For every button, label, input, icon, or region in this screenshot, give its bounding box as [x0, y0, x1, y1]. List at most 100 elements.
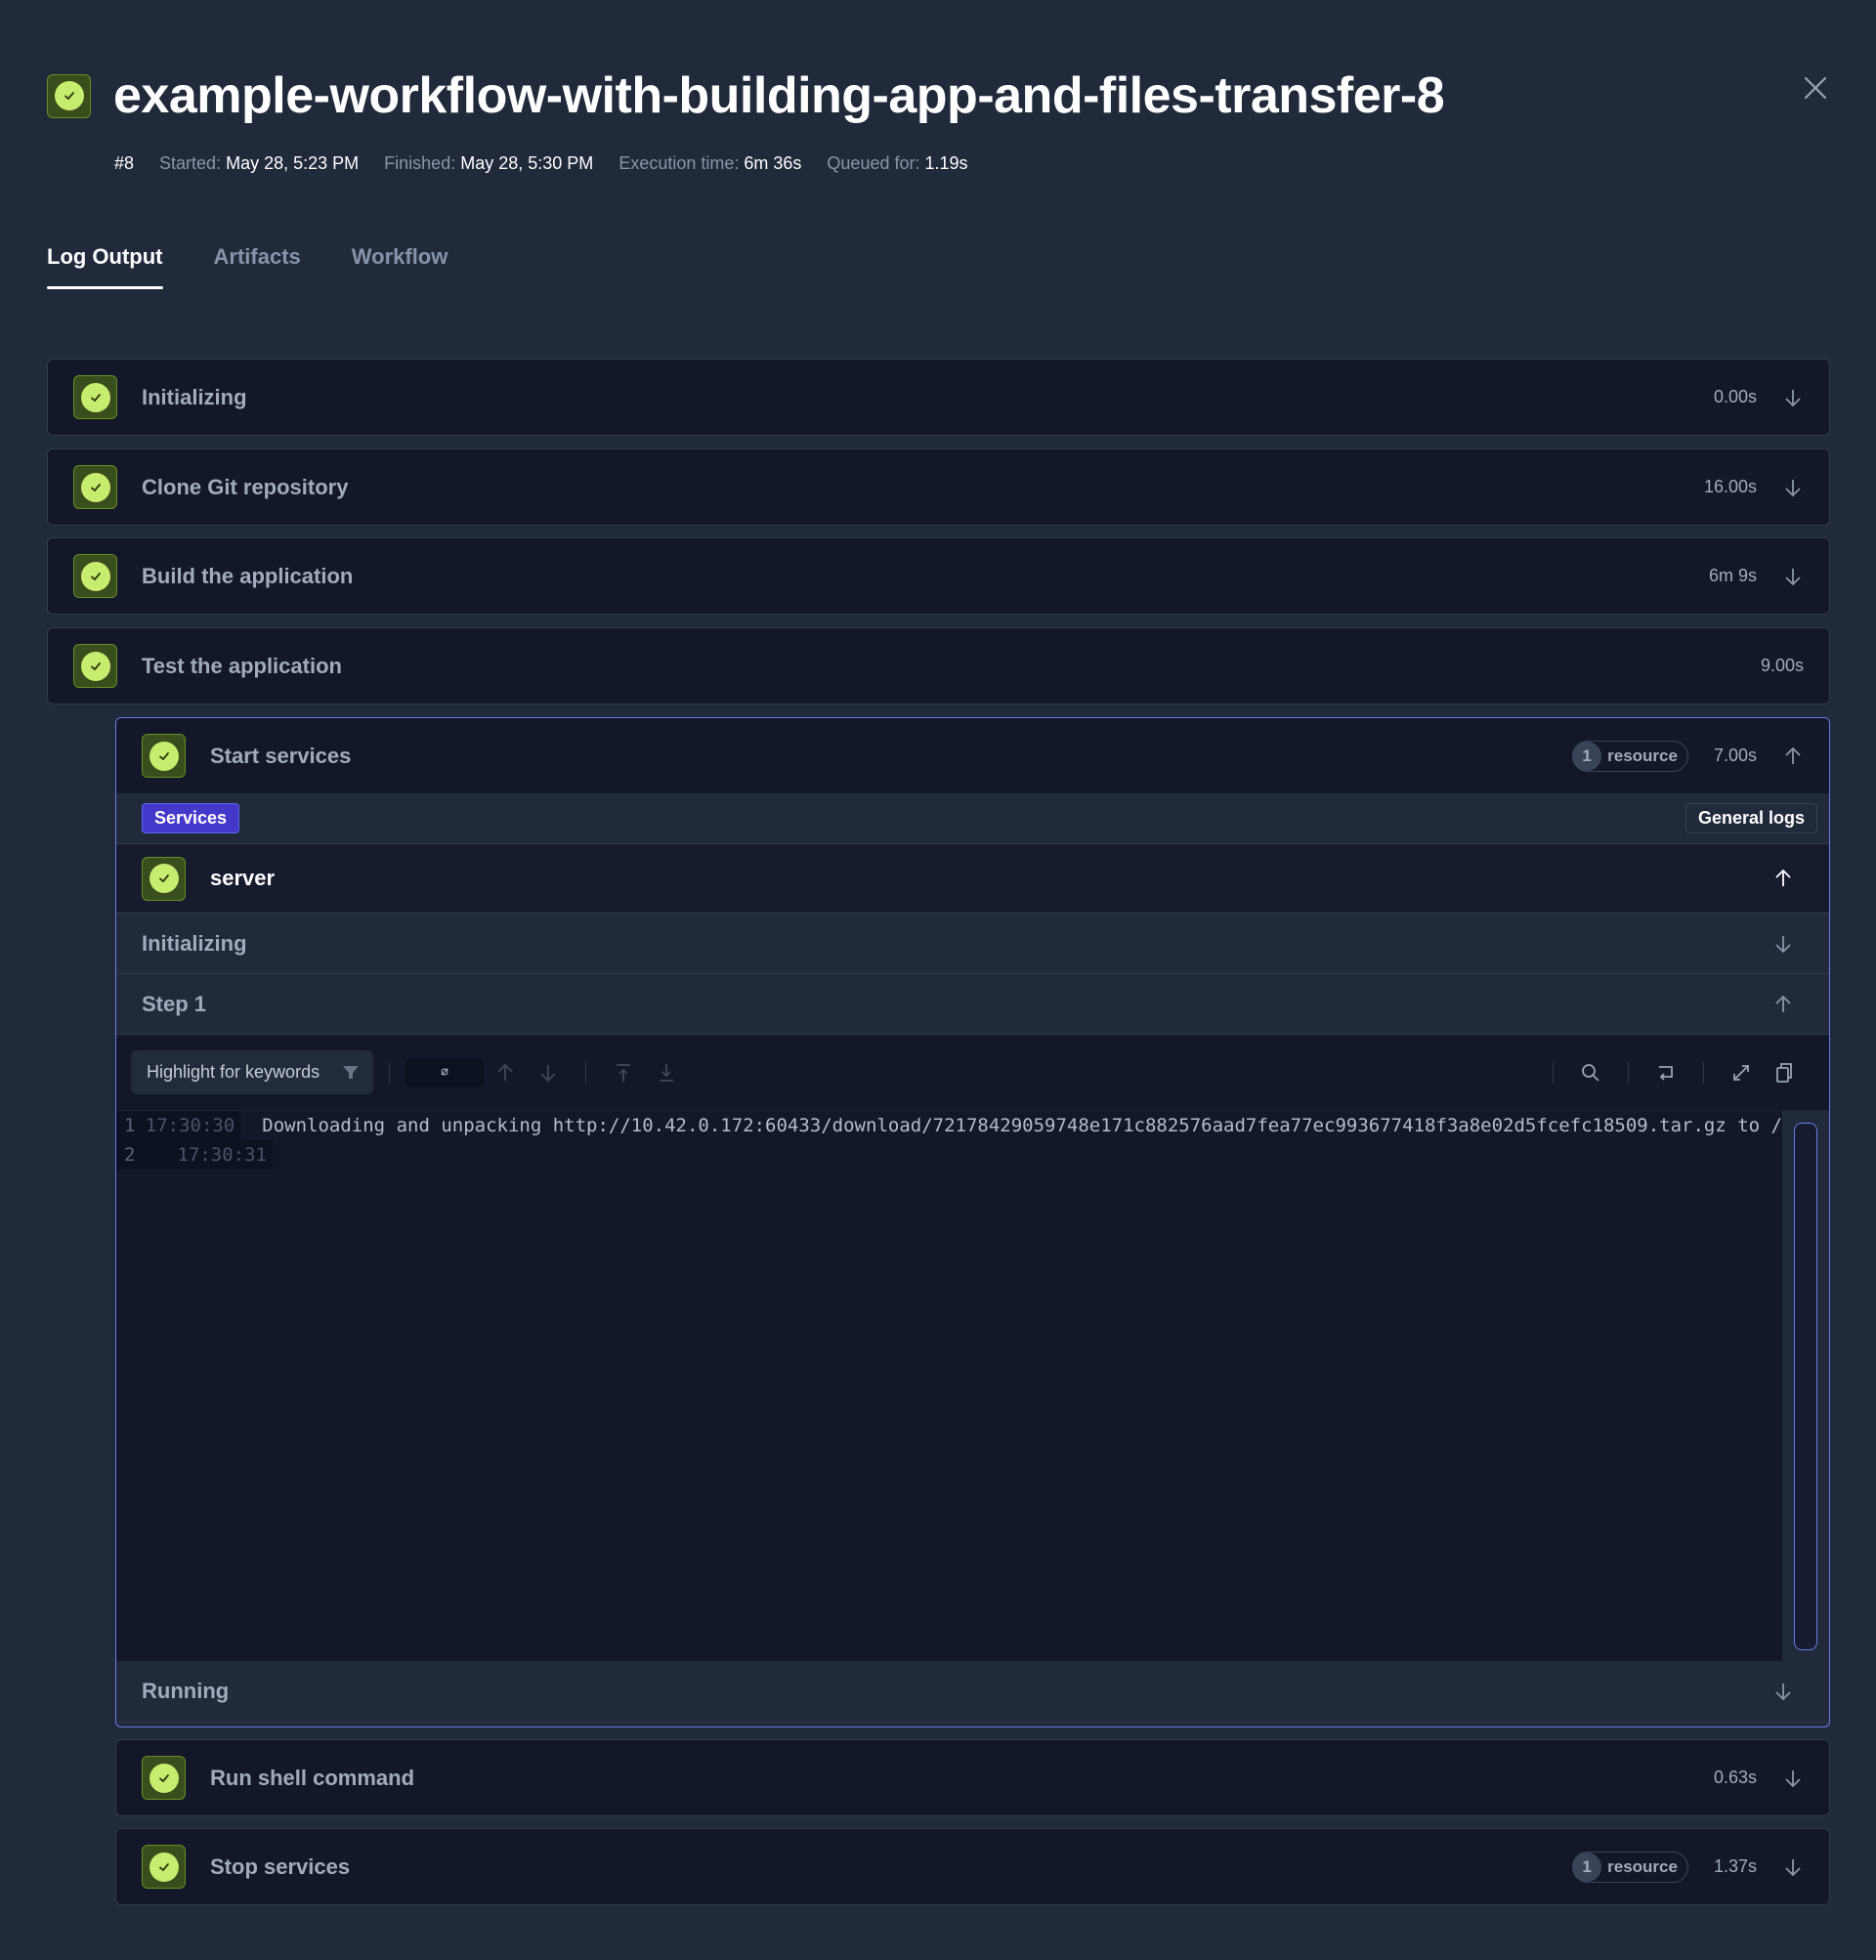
success-status-icon	[47, 73, 91, 118]
sub-step-running[interactable]: Running	[116, 1661, 1829, 1723]
step-duration: 1.37s	[1713, 1856, 1757, 1876]
step-row[interactable]: Build the application 6m 9s	[47, 537, 1830, 615]
success-status-icon	[73, 375, 117, 419]
sub-step-initializing[interactable]: Initializing	[116, 914, 1829, 974]
close-icon	[1804, 76, 1827, 100]
next-match-icon[interactable]	[535, 1060, 561, 1086]
queued-label: Queued for:	[827, 153, 920, 173]
match-counter: ⌀	[405, 1057, 484, 1087]
step-row[interactable]: Run shell command 0.63s	[115, 1739, 1830, 1816]
log-lines: 1 17:30:30 Downloading and unpacking htt…	[116, 1111, 1782, 1661]
started-value: May 28, 5:23 PM	[226, 153, 360, 173]
collapse-arrow-up-icon[interactable]	[1772, 868, 1794, 889]
resource-label: resource	[1607, 746, 1678, 765]
execution-label: Execution time:	[618, 153, 740, 173]
expand-arrow-down-icon[interactable]	[1782, 1856, 1804, 1878]
filter-icon	[343, 1065, 359, 1079]
expand-arrow-down-icon[interactable]	[1782, 477, 1804, 498]
step-name: Stop services	[210, 1853, 351, 1879]
success-status-icon	[73, 465, 117, 509]
expand-arrow-down-icon[interactable]	[1772, 1681, 1794, 1702]
expand-arrow-down-icon[interactable]	[1782, 1768, 1804, 1789]
close-button[interactable]	[1798, 70, 1833, 106]
workflow-header: example-workflow-with-building-app-and-f…	[47, 66, 1445, 125]
log-timestamp: 17:30:30	[142, 1111, 241, 1140]
step-name: Start services	[210, 743, 352, 768]
success-status-icon	[73, 644, 117, 688]
expand-arrow-down-icon[interactable]	[1782, 566, 1804, 587]
sub-step-name: Initializing	[142, 930, 247, 956]
general-logs-button[interactable]: General logs	[1684, 803, 1817, 833]
service-name: server	[210, 866, 276, 890]
service-row-server[interactable]: server	[116, 844, 1829, 914]
line-number: 1	[116, 1111, 143, 1140]
sub-step-step-1[interactable]: Step 1	[116, 974, 1829, 1035]
expand-arrow-down-icon[interactable]	[1782, 387, 1804, 408]
divider	[1553, 1061, 1554, 1084]
success-status-icon	[142, 856, 186, 901]
copy-icon[interactable]	[1771, 1060, 1797, 1086]
highlight-placeholder: Highlight for keywords	[147, 1062, 320, 1082]
tab-bar: Log Output Artifacts Workflow	[47, 244, 448, 289]
step-name: Initializing	[142, 384, 247, 409]
fullscreen-icon[interactable]	[1728, 1060, 1754, 1086]
tab-workflow[interactable]: Workflow	[352, 244, 448, 289]
resource-count: 1	[1572, 741, 1602, 771]
queued-value: 1.19s	[924, 153, 968, 173]
divider	[585, 1061, 586, 1084]
step-row[interactable]: Initializing 0.00s	[47, 359, 1830, 436]
page-title: example-workflow-with-building-app-and-f…	[113, 67, 1445, 124]
tab-log-output[interactable]: Log Output	[47, 244, 163, 289]
step-name: Run shell command	[210, 1765, 415, 1790]
divider	[1703, 1061, 1704, 1084]
previous-match-icon[interactable]	[492, 1060, 518, 1086]
step-duration: 16.00s	[1703, 477, 1757, 496]
log-scrollbar[interactable]	[1782, 1111, 1829, 1661]
log-viewer: 1 17:30:30 Downloading and unpacking htt…	[116, 1110, 1829, 1661]
divider	[389, 1061, 390, 1084]
services-tab-bar: Services General logs	[116, 793, 1829, 844]
log-line: 2 17:30:31	[116, 1140, 1782, 1170]
step-name: Test the application	[142, 653, 342, 678]
wrap-lines-icon[interactable]	[1653, 1060, 1679, 1086]
sub-step-name: Step 1	[142, 991, 207, 1016]
collapse-arrow-up-icon[interactable]	[1772, 994, 1794, 1015]
resource-badge: 1 resource	[1572, 1851, 1688, 1883]
start-services-header[interactable]: Start services 1 resource 7.00s	[116, 718, 1829, 793]
tab-artifacts[interactable]: Artifacts	[214, 244, 301, 289]
run-metadata: #8 Started: May 28, 5:23 PM Finished: Ma…	[114, 153, 968, 174]
queued-info: Queued for: 1.19s	[827, 153, 967, 174]
success-status-icon	[142, 734, 186, 778]
log-timestamp: 17:30:31	[148, 1140, 273, 1170]
step-row[interactable]: Clone Git repository 16.00s	[47, 448, 1830, 526]
scroll-to-top-icon[interactable]	[611, 1060, 636, 1086]
services-tab[interactable]: Services	[142, 803, 240, 833]
resource-badge: 1 resource	[1572, 740, 1688, 772]
scroll-to-bottom-icon[interactable]	[654, 1060, 679, 1086]
resource-label: resource	[1607, 1856, 1678, 1876]
success-status-icon	[142, 1756, 186, 1800]
scrollbar-thumb[interactable]	[1794, 1123, 1817, 1650]
started-info: Started: May 28, 5:23 PM	[159, 153, 359, 174]
start-services-panel: Start services 1 resource 7.00s Services…	[115, 717, 1830, 1727]
collapse-arrow-up-icon[interactable]	[1782, 746, 1804, 767]
resource-count: 1	[1572, 1852, 1602, 1882]
line-number: 2	[116, 1140, 148, 1170]
step-duration: 0.00s	[1713, 387, 1757, 406]
expand-arrow-down-icon[interactable]	[1772, 933, 1794, 955]
step-duration: 9.00s	[1760, 656, 1804, 675]
sub-step-name: Running	[142, 1679, 230, 1703]
step-duration: 0.63s	[1713, 1768, 1757, 1787]
finished-label: Finished:	[384, 153, 456, 173]
step-duration: 7.00s	[1713, 746, 1757, 765]
finished-value: May 28, 5:30 PM	[460, 153, 594, 173]
step-name: Clone Git repository	[142, 474, 349, 499]
step-row[interactable]: Stop services 1 resource 1.37s	[115, 1828, 1830, 1905]
execution-value: 6m 36s	[744, 153, 802, 173]
step-row-expanded[interactable]: Test the application 9.00s	[47, 627, 1830, 704]
finished-info: Finished: May 28, 5:30 PM	[384, 153, 593, 174]
step-duration: 6m 9s	[1708, 566, 1757, 585]
highlight-keywords-input[interactable]: Highlight for keywords	[131, 1050, 373, 1094]
search-icon[interactable]	[1578, 1060, 1603, 1086]
execution-info: Execution time: 6m 36s	[618, 153, 801, 174]
